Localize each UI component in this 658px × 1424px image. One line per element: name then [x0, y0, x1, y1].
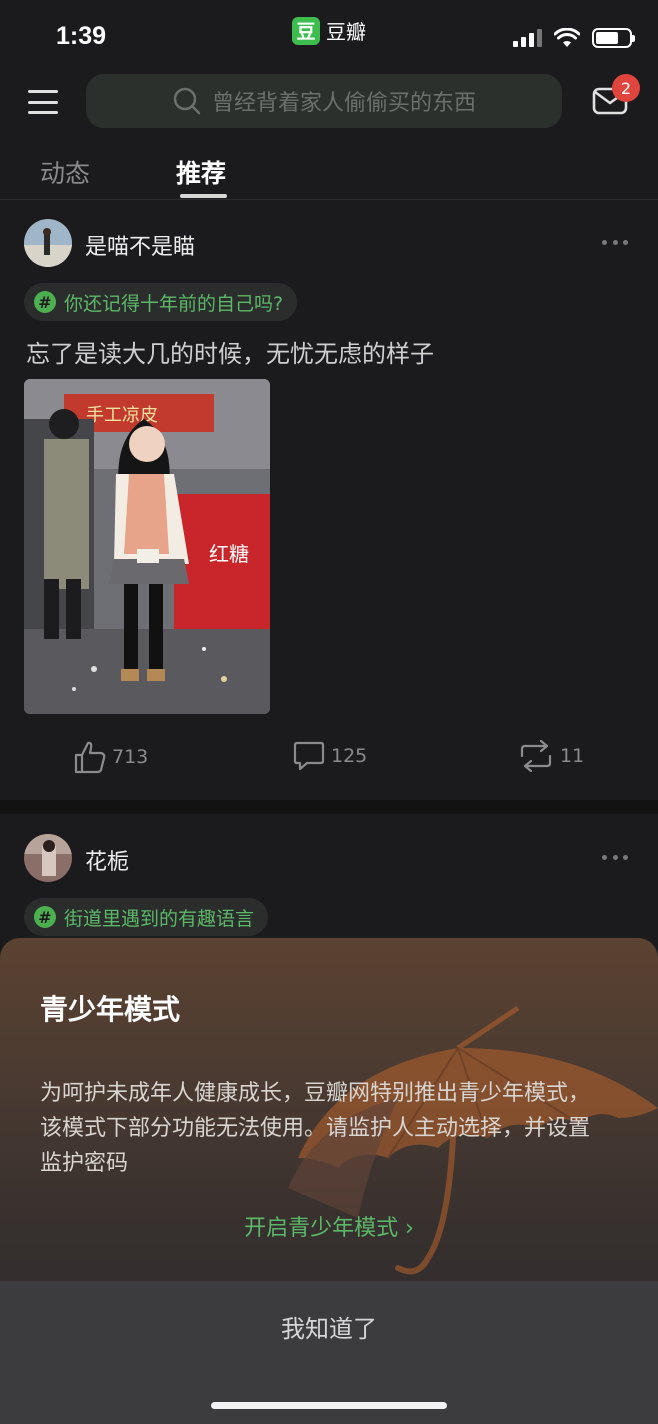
- feed-post[interactable]: 花栀 # 街道里遇到的有趣语言: [0, 0, 658, 940]
- avatar[interactable]: [24, 834, 72, 882]
- topic-tag[interactable]: # 街道里遇到的有趣语言: [24, 898, 269, 936]
- chevron-right-icon: ›: [398, 1216, 414, 1241]
- youth-mode-title: 青少年模式: [40, 993, 181, 1026]
- enable-youth-mode-label: 开启青少年模式: [244, 1216, 399, 1241]
- hashtag-icon: #: [34, 906, 56, 928]
- username[interactable]: 花栀: [85, 844, 129, 876]
- dismiss-button[interactable]: 我知道了: [0, 1281, 658, 1371]
- youth-mode-sheet: 青少年模式 为呵护未成年人健康成长，豆瓣网特别推出青少年模式，该模式下部分功能无…: [0, 938, 658, 1424]
- enable-youth-mode-link[interactable]: 开启青少年模式 ›: [0, 1210, 658, 1242]
- topic-label: 街道里遇到的有趣语言: [64, 907, 255, 930]
- home-indicator[interactable]: [211, 1402, 447, 1409]
- youth-mode-description: 为呵护未成年人健康成长，豆瓣网特别推出青少年模式，该模式下部分功能无法使用。请监…: [40, 1081, 591, 1176]
- more-options-icon[interactable]: [602, 852, 628, 862]
